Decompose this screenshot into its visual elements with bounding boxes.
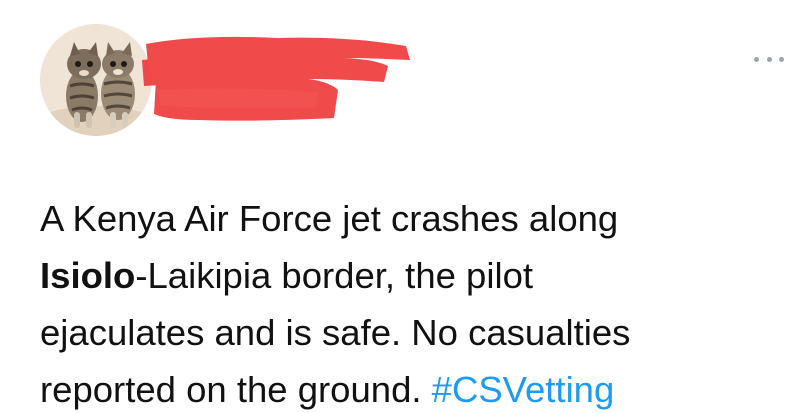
kittens-avatar-image — [40, 24, 152, 136]
tweet-card: A Kenya Air Force jet crashes along Isio… — [0, 0, 788, 413]
tweet-text-line-4: reported on the ground. #CSVetting — [40, 361, 776, 413]
tweet-text-line-2-rest: -Laikipia border, the pilot — [135, 255, 534, 296]
avatar[interactable] — [40, 24, 152, 136]
more-options-icon[interactable] — [754, 50, 784, 68]
tweet-text: A Kenya Air Force jet crashes along Isio… — [40, 190, 776, 413]
tweet-text-line-2: Isiolo-Laikipia border, the pilot — [40, 247, 776, 304]
bold-place-name: Isiolo — [40, 255, 136, 296]
redacted-author-name — [138, 30, 418, 126]
tweet-text-line-4-prefix: reported on the ground. — [40, 369, 432, 410]
hashtag-link[interactable]: #CSVetting — [432, 369, 615, 410]
tweet-text-line-3: ejaculates and is safe. No casualties — [40, 312, 631, 353]
tweet-text-line-1: A Kenya Air Force jet crashes along — [40, 198, 619, 239]
